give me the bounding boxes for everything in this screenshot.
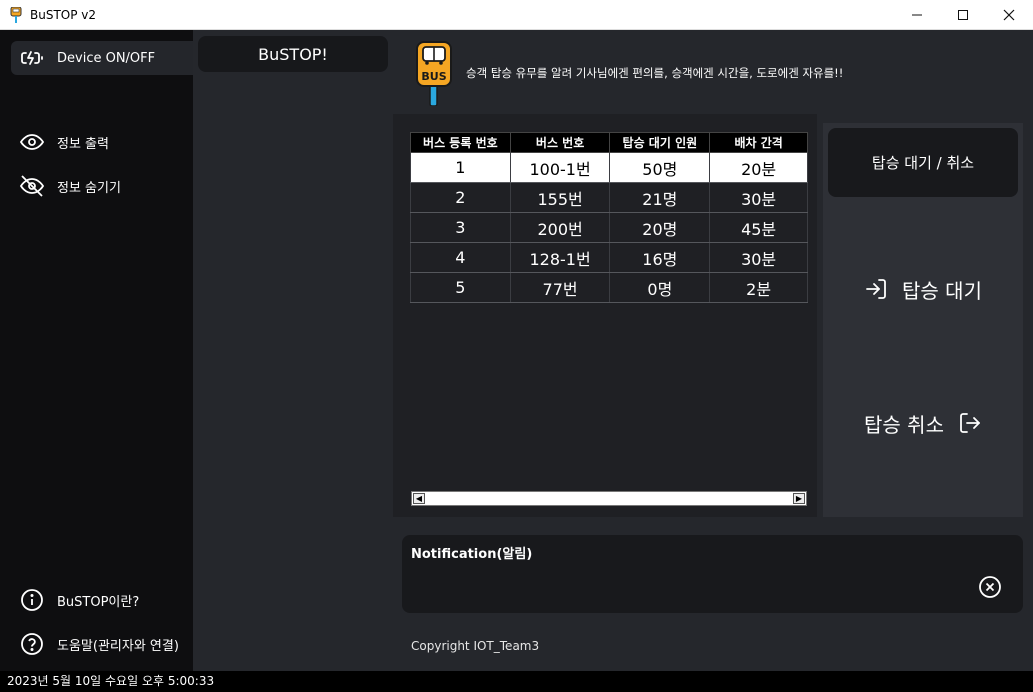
toggle-boarding-button[interactable]: 탑승 대기 / 취소 — [828, 128, 1018, 197]
table-cell[interactable]: 2 — [410, 182, 511, 213]
info-icon — [19, 587, 45, 613]
sidebar-item-show-info[interactable]: 정보 출력 — [11, 125, 193, 159]
table-cell[interactable]: 1 — [410, 152, 511, 183]
maximize-icon — [958, 10, 968, 20]
notification-title: Notification(알림) — [411, 547, 533, 562]
wait-boarding-label: 탑승 대기 — [902, 278, 982, 303]
logo-text: BUS — [421, 70, 446, 83]
sidebar-item-label: Device ON/OFF — [57, 50, 156, 66]
maximize-button[interactable] — [940, 0, 986, 30]
table-cell[interactable]: 16명 — [609, 242, 711, 273]
table-row[interactable]: 2 155번 21명 30분 — [410, 182, 808, 213]
sidebar-item-about[interactable]: BuSTOP이란? — [11, 583, 193, 617]
column-header-bus-no[interactable]: 버스 번호 — [509, 132, 611, 153]
close-button[interactable] — [986, 0, 1032, 30]
sidebar-item-help[interactable]: 도움말(관리자와 연결) — [11, 627, 193, 661]
minimize-button[interactable] — [894, 0, 940, 30]
cancel-boarding-button[interactable]: 탑승 취소 — [823, 403, 1023, 443]
table-cell[interactable]: 3 — [410, 212, 511, 243]
wait-boarding-button[interactable]: 탑승 대기 — [823, 269, 1023, 309]
close-icon — [1003, 9, 1015, 21]
table-cell[interactable]: 45분 — [709, 212, 808, 243]
table-cell[interactable]: 20분 — [709, 152, 808, 183]
window-title: BuSTOP v2 — [30, 8, 97, 22]
table-cell[interactable]: 2분 — [709, 272, 808, 303]
battery-charging-icon — [19, 45, 45, 71]
table-cell[interactable]: 20명 — [609, 212, 711, 243]
sidebar-item-hide-info[interactable]: 정보 숨기기 — [11, 169, 193, 203]
login-icon — [866, 279, 886, 299]
sidebar-item-label: BuSTOP이란? — [57, 594, 140, 610]
table-cell[interactable]: 50명 — [609, 152, 711, 183]
sidebar-item-label: 정보 출력 — [57, 136, 109, 152]
cancel-boarding-label: 탑승 취소 — [864, 412, 944, 437]
table-cell[interactable]: 77번 — [509, 272, 611, 303]
table-cell[interactable]: 0명 — [609, 272, 711, 303]
bus-table[interactable]: 버스 등록 번호 버스 번호 탑승 대기 인원 배차 간격 1 100-1번 5… — [410, 132, 808, 303]
sidebar-item-device-onoff[interactable]: Device ON/OFF — [11, 41, 193, 75]
help-icon — [19, 631, 45, 657]
table-cell[interactable]: 200번 — [509, 212, 611, 243]
minimize-icon — [912, 14, 922, 16]
logout-icon — [960, 413, 980, 433]
sidebar-item-label: 도움말(관리자와 연결) — [57, 638, 179, 654]
column-header-interval[interactable]: 배차 간격 — [709, 132, 808, 153]
table-cell[interactable]: 128-1번 — [509, 242, 611, 273]
action-panel: 탑승 대기 / 취소 탑승 대기 탑승 취소 — [823, 123, 1023, 517]
copyright-text: Copyright IOT_Team3 — [411, 639, 540, 653]
table-row[interactable]: 4 128-1번 16명 30분 — [410, 242, 808, 273]
close-circle-icon[interactable] — [978, 575, 1002, 599]
brand-button[interactable]: BuSTOP! — [198, 36, 388, 72]
table-cell[interactable]: 30분 — [709, 182, 808, 213]
table-cell[interactable]: 4 — [410, 242, 511, 273]
sidebar: Device ON/OFF 정보 출력 정보 숨기기 BuSTOP이란? 도움말… — [0, 30, 193, 671]
bus-stop-logo-icon: BUS — [416, 41, 452, 106]
sidebar-item-label: 정보 숨기기 — [57, 180, 121, 196]
eye-icon — [19, 129, 45, 155]
slogan-text: 승객 탑승 유무를 알려 기사님에겐 편의를, 승객에겐 시간을, 도로에겐 자… — [466, 66, 844, 80]
app-bus-icon — [10, 7, 22, 23]
table-cell[interactable]: 30분 — [709, 242, 808, 273]
table-row[interactable]: 3 200번 20명 45분 — [410, 212, 808, 243]
main-area: BuSTOP! BUS 승객 탑승 유무를 알려 기사님에겐 편의를, 승객에겐… — [193, 30, 1033, 671]
notification-panel: Notification(알림) — [402, 535, 1023, 613]
eye-off-icon — [19, 173, 45, 199]
table-cell[interactable]: 5 — [410, 272, 511, 303]
table-cell[interactable]: 21명 — [609, 182, 711, 213]
table-cell[interactable]: 100-1번 — [509, 152, 611, 183]
horizontal-scrollbar[interactable]: ◀ ▶ — [411, 491, 807, 506]
column-header-register-no[interactable]: 버스 등록 번호 — [410, 132, 511, 153]
table-header-row: 버스 등록 번호 버스 번호 탑승 대기 인원 배차 간격 — [410, 132, 808, 153]
table-row[interactable]: 5 77번 0명 2분 — [410, 272, 808, 303]
scroll-right-icon[interactable]: ▶ — [793, 493, 805, 504]
scroll-left-icon[interactable]: ◀ — [413, 493, 425, 504]
status-bar-datetime: 2023년 5월 10일 수요일 오후 5:00:33 — [0, 671, 1033, 692]
title-bar: BuSTOP v2 — [0, 0, 1033, 30]
table-row[interactable]: 1 100-1번 50명 20분 — [410, 152, 808, 183]
table-cell[interactable]: 155번 — [509, 182, 611, 213]
column-header-waiting[interactable]: 탑승 대기 인원 — [609, 132, 711, 153]
